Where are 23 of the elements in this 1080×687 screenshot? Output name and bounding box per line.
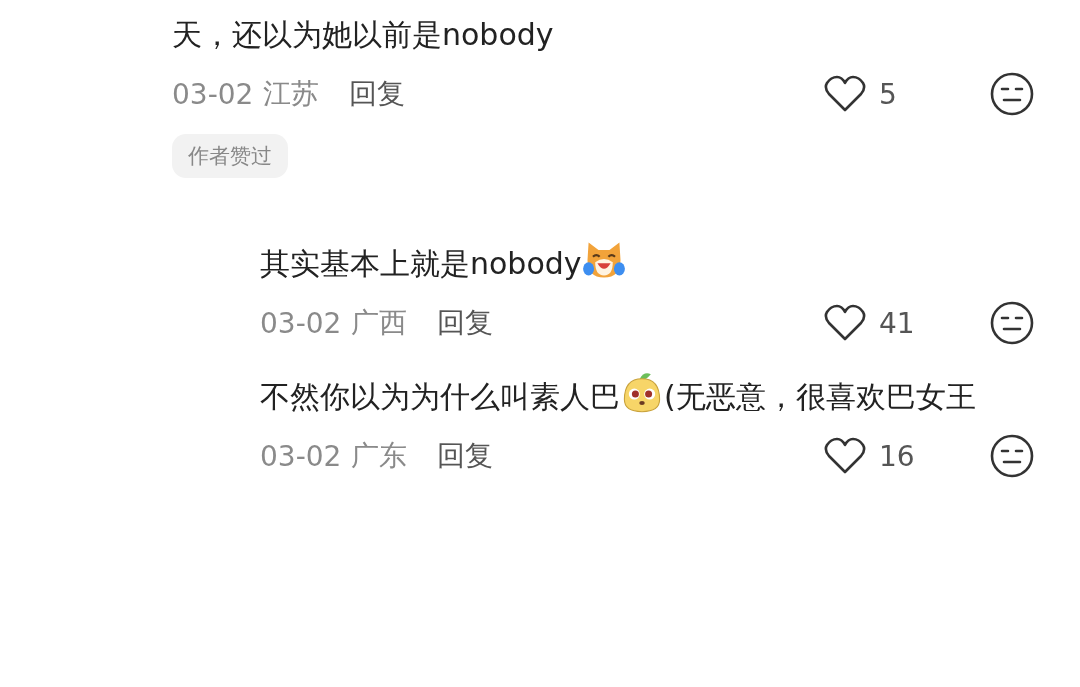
comment-date: 03-02 bbox=[172, 77, 254, 111]
reply-link[interactable]: 回复 bbox=[349, 75, 406, 113]
heart-icon[interactable] bbox=[823, 436, 867, 476]
like-count: 41 bbox=[879, 306, 916, 340]
comment-region: 广西 bbox=[351, 305, 408, 341]
comment-date: 03-02 bbox=[260, 439, 342, 473]
neutral-face-icon[interactable] bbox=[989, 71, 1035, 117]
comment-text: 天，还以为她以前是nobody bbox=[172, 17, 554, 52]
neutral-face-icon[interactable] bbox=[989, 300, 1035, 346]
author-liked-badge: 作者赞过 bbox=[172, 134, 288, 178]
comment-text: (无恶意，很喜欢巴女王 bbox=[664, 379, 976, 414]
neutral-face-icon[interactable] bbox=[989, 433, 1035, 479]
reply-link[interactable]: 回复 bbox=[437, 304, 494, 342]
like-count: 5 bbox=[879, 77, 898, 111]
heart-icon[interactable] bbox=[823, 74, 867, 114]
reply-link[interactable]: 回复 bbox=[437, 437, 494, 475]
comment-text: 其实基本上就是nobody bbox=[260, 246, 582, 281]
like-count: 16 bbox=[879, 439, 916, 473]
comment-region: 广东 bbox=[351, 438, 408, 474]
heart-icon[interactable] bbox=[823, 303, 867, 343]
comment-region: 江苏 bbox=[263, 76, 320, 112]
comment-date: 03-02 bbox=[260, 306, 342, 340]
comment-text: 不然你以为为什么叫素人巴 bbox=[260, 379, 620, 414]
